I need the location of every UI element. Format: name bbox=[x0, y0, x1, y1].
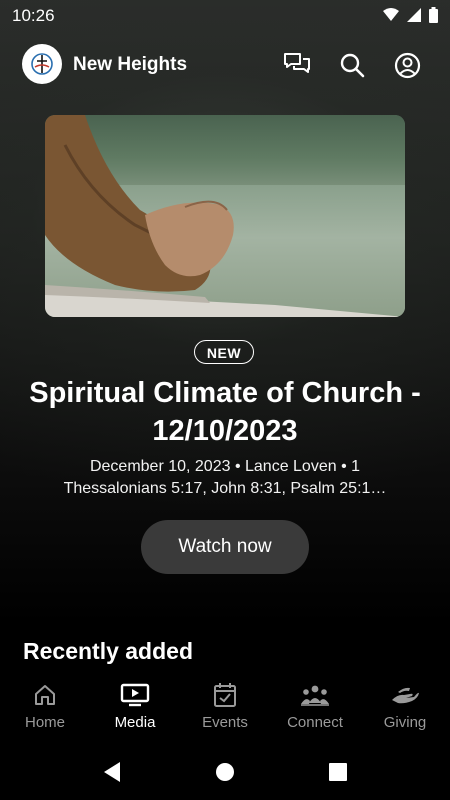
signal-icon bbox=[407, 8, 421, 27]
back-button[interactable] bbox=[100, 760, 124, 784]
search-button[interactable] bbox=[337, 50, 367, 80]
featured-media-thumbnail[interactable] bbox=[45, 115, 405, 317]
recents-button[interactable] bbox=[326, 760, 350, 784]
nav-home[interactable]: Home bbox=[0, 672, 90, 744]
home-system-button[interactable] bbox=[213, 760, 237, 784]
new-badge: NEW bbox=[194, 340, 254, 364]
recents-square-icon bbox=[329, 763, 347, 781]
hands-on-railing-image bbox=[45, 115, 405, 317]
home-circle-icon bbox=[216, 763, 234, 781]
nav-connect-label: Connect bbox=[287, 714, 343, 731]
nav-media-label: Media bbox=[114, 714, 156, 731]
nav-connect[interactable]: Connect bbox=[270, 672, 360, 744]
chat-button[interactable] bbox=[282, 50, 312, 80]
system-navigation-bar bbox=[0, 744, 450, 800]
nav-events[interactable]: Events bbox=[180, 672, 270, 744]
recently-added-heading: Recently added bbox=[23, 638, 193, 664]
featured-meta: December 10, 2023 • Lance Loven • 1 Thes… bbox=[30, 456, 420, 500]
watch-now-button[interactable]: Watch now bbox=[141, 520, 309, 574]
nav-home-label: Home bbox=[24, 714, 65, 731]
chat-icon bbox=[284, 53, 310, 73]
status-bar: 10:26 bbox=[0, 0, 450, 32]
profile-button[interactable] bbox=[392, 50, 422, 80]
people-icon bbox=[300, 682, 330, 708]
giving-hand-icon bbox=[390, 682, 420, 708]
status-icons bbox=[383, 7, 438, 28]
app-title: New Heights bbox=[73, 54, 188, 75]
nav-media[interactable]: Media bbox=[90, 672, 180, 744]
app-header: New Heights bbox=[0, 44, 450, 88]
bottom-navigation: Home Media Events Connect Giving bbox=[0, 672, 450, 744]
back-triangle-icon bbox=[104, 762, 120, 782]
wifi-icon bbox=[383, 8, 399, 27]
calendar-icon bbox=[210, 682, 240, 708]
search-icon bbox=[340, 53, 365, 78]
account-icon bbox=[394, 52, 420, 78]
battery-icon bbox=[429, 7, 438, 28]
nav-giving[interactable]: Giving bbox=[360, 672, 450, 744]
status-time: 10:26 bbox=[12, 6, 55, 25]
church-logo-icon[interactable] bbox=[22, 44, 62, 84]
home-icon bbox=[30, 682, 60, 708]
media-icon bbox=[120, 682, 150, 708]
nav-giving-label: Giving bbox=[383, 714, 427, 731]
nav-events-label: Events bbox=[202, 714, 248, 731]
featured-title: Spiritual Climate of Church - 12/10/2023 bbox=[29, 377, 421, 447]
featured-meta-line-1: December 10, 2023 • Lance Loven • 1 bbox=[89, 458, 361, 475]
featured-meta-line-2: Thessalonians 5:17, John 8:31, Psalm 25:… bbox=[63, 480, 387, 497]
